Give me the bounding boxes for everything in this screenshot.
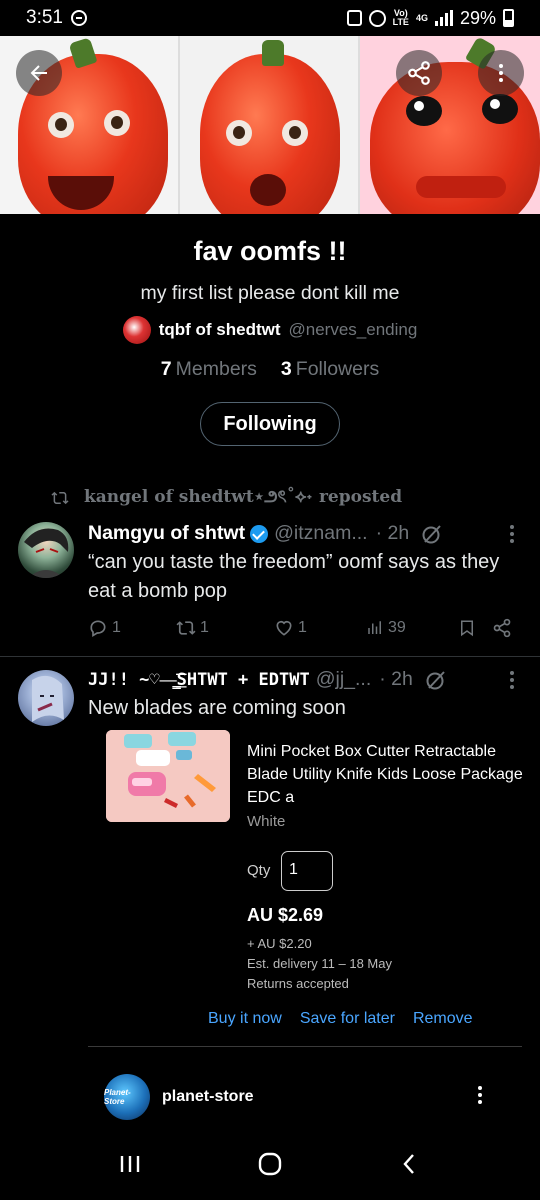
views-button[interactable]: 39 — [366, 619, 458, 637]
more-vertical-icon — [499, 64, 503, 82]
tweet-author-handle[interactable]: @itznam... — [274, 522, 367, 545]
volte-icon: Vo) LTE — [392, 8, 409, 27]
like-count: 1 — [298, 619, 307, 636]
status-time: 3:51 — [26, 7, 63, 28]
followers-label: Followers — [295, 358, 380, 380]
retweet-icon — [176, 621, 196, 635]
list-counts: 7 Members 3 Followers — [0, 358, 540, 381]
product-actions: Buy it now Save for later Remove — [208, 1010, 473, 1028]
list-banner — [0, 36, 540, 214]
verified-badge-icon — [250, 524, 269, 543]
user-avatar[interactable] — [18, 522, 74, 578]
followers-link[interactable]: 3 Followers — [281, 358, 379, 381]
tweet-author-name[interactable]: Namgyu of shtwt — [88, 522, 245, 545]
product-variant: White — [247, 813, 286, 830]
card-divider — [88, 1046, 522, 1047]
save-for-later-link[interactable]: Save for later — [300, 1010, 395, 1028]
reply-button[interactable]: 1 — [88, 618, 176, 638]
like-button[interactable]: 1 — [274, 618, 366, 638]
list-description: my first list please dont kill me — [140, 282, 400, 304]
bookmark-icon — [461, 620, 473, 637]
store-logo[interactable]: Planet-Store — [104, 1074, 150, 1120]
home-button[interactable] — [257, 1151, 283, 1182]
share-icon — [408, 61, 430, 85]
followers-count: 3 — [280, 358, 292, 380]
battery-icon — [503, 9, 514, 27]
remove-link[interactable]: Remove — [413, 1010, 473, 1028]
list-owner[interactable]: tqbf of shedtwt @nerves_ending — [0, 316, 540, 344]
views-chart-icon — [368, 621, 381, 634]
system-nav-bar — [0, 1132, 540, 1200]
list-title: fav oomfs !! — [193, 236, 347, 266]
retweet-button[interactable]: 1 — [176, 618, 274, 638]
grok-icon[interactable] — [425, 669, 447, 691]
tweet-more-icon[interactable] — [510, 524, 524, 543]
members-count: 7 — [160, 358, 172, 380]
views-count: 39 — [388, 619, 406, 636]
share-button[interactable] — [396, 50, 442, 96]
qty-label: Qty — [247, 862, 271, 879]
buy-now-link[interactable]: Buy it now — [208, 1010, 282, 1028]
tweet-time[interactable]: · 2h — [376, 522, 410, 545]
back-nav-button[interactable] — [398, 1152, 422, 1181]
shipping-info: + AU $2.20 Est. delivery 11 – 18 May Ret… — [247, 934, 392, 994]
chevron-left-icon — [403, 1153, 415, 1174]
grok-icon[interactable] — [421, 523, 443, 545]
owner-handle[interactable]: @nerves_ending — [289, 320, 418, 340]
battery-percent: 29% — [459, 7, 496, 28]
share-icon — [493, 618, 511, 638]
bookmark-button[interactable] — [458, 618, 492, 638]
alarm-icon — [368, 9, 386, 27]
share-tweet-button[interactable] — [492, 618, 512, 638]
tweet-divider — [0, 656, 540, 657]
retweet-count: 1 — [200, 619, 209, 636]
repost-text: kangel of shedtwt⋆౨ৎ˚⟡˖ reposted — [84, 487, 403, 507]
user-avatar[interactable] — [18, 670, 74, 726]
heart-icon — [276, 620, 292, 636]
product-price: AU $2.69 — [247, 905, 324, 925]
repost-icon — [51, 491, 69, 505]
tweet-text: New blades are coming soon — [88, 697, 346, 719]
arrow-left-icon — [30, 65, 47, 81]
owner-name[interactable]: tqbf of shedtwt — [159, 320, 281, 340]
postage-cost: + AU $2.20 — [247, 936, 312, 951]
owner-avatar[interactable] — [122, 316, 151, 344]
network-type: 4G — [415, 12, 428, 23]
store-name[interactable]: planet-store — [162, 1088, 254, 1106]
recent-apps-button[interactable] — [118, 1152, 142, 1181]
tweet-text: “can you taste the freedom” oomf says as… — [88, 551, 500, 602]
recent-apps-icon — [120, 1155, 139, 1172]
reply-icon — [90, 620, 106, 637]
store-row[interactable]: Planet-Store planet-store — [104, 1074, 254, 1120]
members-label: Members — [175, 358, 257, 380]
product-image[interactable] — [106, 730, 230, 822]
notification-icon — [346, 10, 362, 26]
sync-icon — [70, 10, 87, 26]
following-button[interactable]: Following — [200, 402, 340, 446]
tweet-more-icon[interactable] — [510, 670, 524, 689]
status-bar: 3:51 Vo) LTE 4G 29% — [0, 0, 540, 36]
tweet-author-handle[interactable]: @jj_... — [316, 668, 372, 691]
back-button[interactable] — [16, 50, 62, 96]
home-icon — [258, 1152, 282, 1175]
estimated-delivery: Est. delivery 11 – 18 May — [247, 956, 392, 971]
qty-input[interactable]: 1 — [281, 851, 333, 891]
members-link[interactable]: 7 Members — [161, 358, 257, 381]
more-options-button[interactable] — [478, 50, 524, 96]
returns-policy: Returns accepted — [247, 976, 349, 991]
banner-image-2 — [180, 36, 360, 214]
reply-count: 1 — [112, 619, 121, 636]
product-title[interactable]: Mini Pocket Box Cutter Retractable Blade… — [247, 740, 527, 809]
tweet-author-name[interactable]: JJ!! ~♡—̳͟͞͞SHTWT + EDTWT — [88, 670, 310, 690]
repost-indicator[interactable]: kangel of shedtwt⋆౨ৎ˚⟡˖ reposted — [50, 484, 402, 512]
signal-icon — [434, 10, 453, 26]
store-more-icon[interactable] — [478, 1086, 482, 1104]
tweet-time[interactable]: · 2h — [379, 668, 413, 691]
